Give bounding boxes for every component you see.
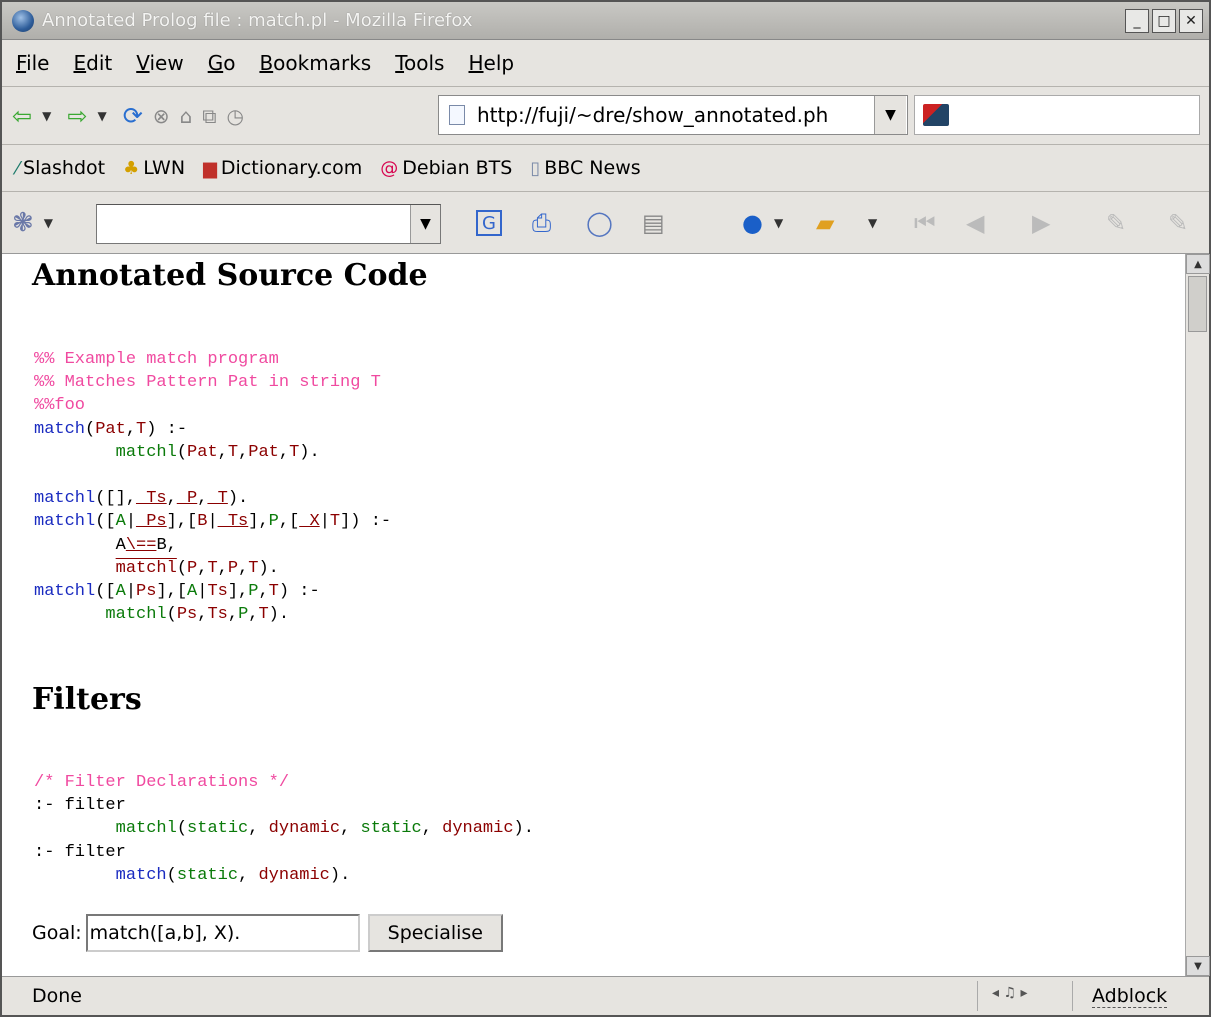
back-dropdown-icon[interactable]: ▼ [42, 109, 51, 123]
menu-bookmarks[interactable]: Bookmarks [259, 51, 371, 75]
dictionary-icon: ▆ [203, 157, 217, 179]
new-window-icon[interactable]: ⧉ [202, 104, 216, 128]
folder-dropdown-icon[interactable]: ▼ [868, 216, 877, 230]
menu-go[interactable]: Go [208, 51, 236, 75]
highlight-icon[interactable]: ✎ [1106, 209, 1126, 237]
slashdot-icon: ⁄ [16, 157, 20, 179]
title-bar: Annotated Prolog file : match.pl - Mozil… [2, 2, 1209, 40]
home-icon[interactable]: ⌂ [180, 104, 193, 128]
google-search-dropdown-icon[interactable]: ▼ [410, 205, 440, 243]
browser-window: Annotated Prolog file : match.pl - Mozil… [0, 0, 1211, 1017]
google-menu-icon[interactable]: ❃ [12, 208, 34, 238]
url-bar[interactable]: http://fuji/~dre/show_annotated.ph [438, 95, 908, 135]
scroll-down-icon[interactable]: ▼ [1186, 956, 1210, 976]
page-content: Annotated Source Code %% Example match p… [2, 254, 1185, 976]
vertical-scrollbar[interactable]: ▲ ▼ [1185, 254, 1210, 976]
close-button[interactable]: ✕ [1179, 9, 1203, 33]
menu-bar: File Edit View Go Bookmarks Tools Help [2, 40, 1209, 87]
adblock-link[interactable]: Adblock [1092, 985, 1168, 1008]
google-menu-dropdown-icon[interactable]: ▼ [44, 216, 53, 230]
bookmark-slashdot[interactable]: ⁄ Slashdot [16, 157, 105, 179]
media-player-icon[interactable]: ◂ ♫ ▸ [992, 985, 1028, 1001]
forward-dropdown-icon[interactable]: ▼ [97, 109, 106, 123]
back-icon[interactable]: ⇦ [12, 102, 32, 130]
menu-edit[interactable]: Edit [73, 51, 112, 75]
forward-icon[interactable]: ⇨ [67, 102, 87, 130]
scroll-thumb[interactable] [1188, 276, 1207, 332]
next-result-icon[interactable]: ▶ [1032, 209, 1050, 237]
info-icon[interactable]: ● [742, 209, 763, 237]
stop-icon[interactable]: ⊗ [153, 104, 170, 128]
bookmark-lwn[interactable]: ♣ LWN [123, 157, 185, 179]
goal-input[interactable] [85, 914, 360, 952]
search-box[interactable] [914, 95, 1200, 135]
goal-label: Goal: [32, 922, 82, 944]
url-dropdown-icon[interactable]: ▼ [874, 96, 906, 134]
maximize-button[interactable]: □ [1152, 9, 1176, 33]
filter-declarations-code: /* Filter Declarations */ :- filter matc… [34, 773, 534, 885]
status-separator [977, 981, 978, 1011]
debian-icon: @ [380, 157, 399, 179]
bookmark-dictionary[interactable]: ▆ Dictionary.com [203, 157, 362, 179]
status-separator [1072, 981, 1073, 1011]
bookmark-bbc-news[interactable]: ▯ BBC News [530, 157, 640, 179]
firefox-icon [12, 9, 34, 32]
google-search-icon[interactable]: G [476, 210, 502, 236]
google-toolbar: ❃ ▼ ▼ G ⎙ ◯ ▤ ● ▼ ▰ ▼ ⏮ ◀ ▶ ✎ ✎ [2, 192, 1209, 254]
heading-annotated-source-code: Annotated Source Code [32, 258, 428, 293]
annotated-source-code: %% Example match program %% Matches Patt… [34, 350, 392, 625]
history-icon[interactable]: ◷ [227, 104, 244, 128]
news-icon[interactable]: ▤ [642, 209, 665, 237]
window-title: Annotated Prolog file : match.pl - Mozil… [42, 10, 473, 31]
search-site-icon[interactable]: ⎙ [532, 209, 551, 237]
status-text: Done [32, 985, 82, 1007]
page-icon [449, 105, 465, 125]
minimize-button[interactable]: _ [1125, 9, 1149, 33]
bookmarks-toolbar: ⁄ Slashdot ♣ LWN ▆ Dictionary.com @ Debian B… [2, 145, 1209, 192]
page-icon: ▯ [530, 157, 541, 179]
previous-result-icon[interactable]: ◀ [966, 209, 984, 237]
folder-icon[interactable]: ▰ [816, 209, 834, 237]
url-text: http://fuji/~dre/show_annotated.ph [477, 103, 829, 127]
bookmark-debian-bts[interactable]: @ Debian BTS [380, 157, 512, 179]
menu-file[interactable]: File [16, 51, 49, 75]
status-bar: Done ◂ ♫ ▸ Adblock [2, 976, 1209, 1015]
menu-tools[interactable]: Tools [395, 51, 444, 75]
highlight-off-icon[interactable]: ✎ [1168, 209, 1188, 237]
scroll-up-icon[interactable]: ▲ [1186, 254, 1210, 274]
comment-icon[interactable]: ◯ [586, 209, 613, 237]
navigation-toolbar: ⇦ ▼ ⇨ ▼ ⟳ ⊗ ⌂ ⧉ ◷ http://fuji/~dre/show_… [2, 87, 1209, 145]
first-result-icon[interactable]: ⏮ [914, 209, 936, 237]
info-dropdown-icon[interactable]: ▼ [774, 216, 783, 230]
specialise-button[interactable]: Specialise [367, 914, 503, 952]
lwn-icon: ♣ [123, 157, 140, 179]
heading-filters: Filters [32, 682, 142, 717]
goal-form: Goal: Specialise [32, 914, 503, 952]
search-engine-icon[interactable] [923, 104, 949, 126]
menu-view[interactable]: View [136, 51, 183, 75]
reload-icon[interactable]: ⟳ [123, 102, 143, 130]
menu-help[interactable]: Help [468, 51, 514, 75]
google-search-input[interactable] [96, 204, 441, 244]
